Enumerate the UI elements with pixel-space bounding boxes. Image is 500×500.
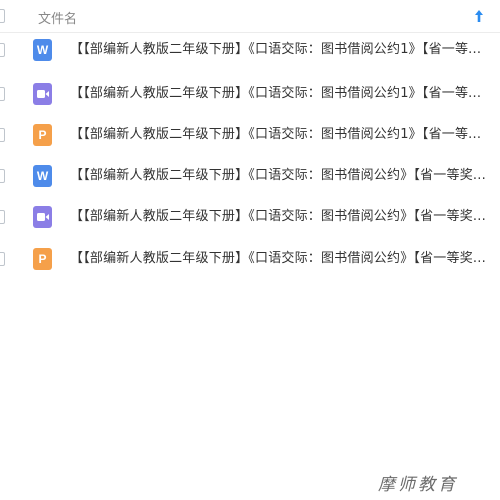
file-name[interactable]: 【【部编新人教版二年级下册】《口语交际：图书借阅公约》【省一等奖... (70, 167, 500, 185)
sort-ascending-arrow-icon[interactable] (473, 9, 485, 23)
row-checkbox[interactable] (0, 169, 5, 183)
select-all-checkbox[interactable] (0, 9, 5, 23)
file-name[interactable]: 【【部编新人教版二年级下册】《口语交际：图书借阅公约1》【省一等... (70, 41, 500, 59)
file-list-header: 文件名 (0, 0, 500, 33)
powerpoint-file-icon: P (33, 124, 52, 146)
file-name[interactable]: 【【部编新人教版二年级下册】《口语交际：图书借阅公约1》【省一等... (70, 85, 500, 103)
watermark-text: 摩师教育 (378, 475, 458, 495)
file-row[interactable]: 【【部编新人教版二年级下册】《口语交际：图书借阅公约1》【省一等... (0, 83, 500, 105)
file-list-page: 文件名 W 【【部编新人教版二年级下册】《口语交际：图书借阅公约1》【省一等..… (0, 0, 500, 500)
file-row[interactable]: 【【部编新人教版二年级下册】《口语交际：图书借阅公约》【省一等奖... (0, 206, 500, 228)
file-name[interactable]: 【【部编新人教版二年级下册】《口语交际：图书借阅公约》【省一等奖... (70, 250, 500, 268)
file-row[interactable]: W 【【部编新人教版二年级下册】《口语交际：图书借阅公约1》【省一等... (0, 39, 500, 61)
file-name[interactable]: 【【部编新人教版二年级下册】《口语交际：图书借阅公约1》【省一等... (70, 126, 500, 144)
video-file-icon (33, 206, 52, 228)
row-checkbox[interactable] (0, 43, 5, 57)
row-checkbox[interactable] (0, 252, 5, 266)
powerpoint-file-icon: P (33, 248, 52, 270)
word-file-icon: W (33, 165, 52, 187)
file-row[interactable]: W 【【部编新人教版二年级下册】《口语交际：图书借阅公约》【省一等奖... (0, 165, 500, 187)
row-checkbox[interactable] (0, 210, 5, 224)
video-file-icon (33, 83, 52, 105)
row-checkbox[interactable] (0, 128, 5, 142)
word-file-icon: W (33, 39, 52, 61)
file-row[interactable]: P 【【部编新人教版二年级下册】《口语交际：图书借阅公约》【省一等奖... (0, 248, 500, 270)
row-checkbox[interactable] (0, 87, 5, 101)
file-row[interactable]: P 【【部编新人教版二年级下册】《口语交际：图书借阅公约1》【省一等... (0, 124, 500, 146)
filename-column-header[interactable]: 文件名 (38, 8, 77, 27)
file-name[interactable]: 【【部编新人教版二年级下册】《口语交际：图书借阅公约》【省一等奖... (70, 208, 500, 226)
